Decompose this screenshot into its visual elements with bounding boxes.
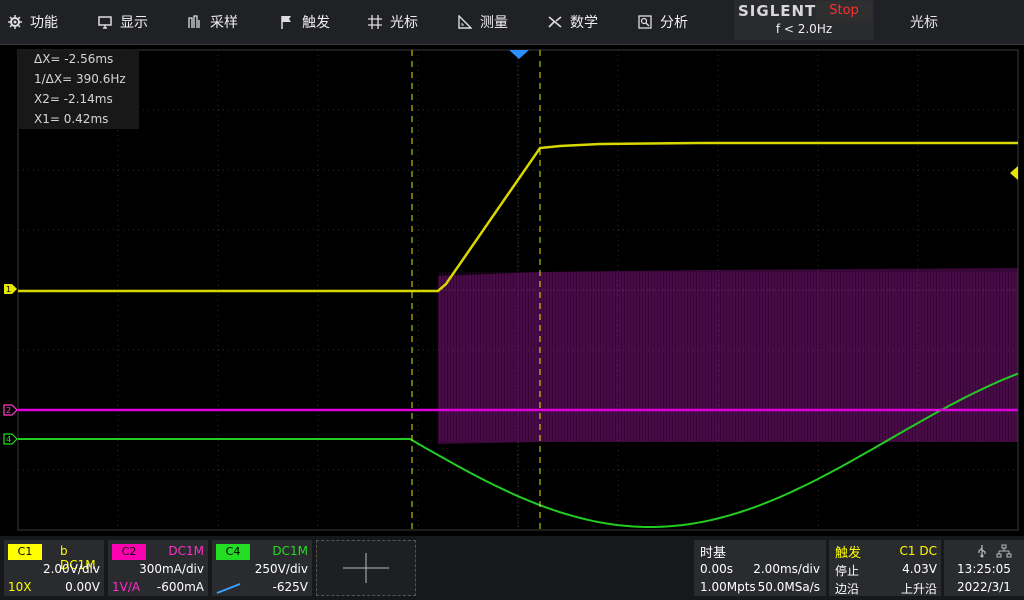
svg-text:1: 1 bbox=[6, 285, 11, 294]
timebase-sample-rate: 50.0MSa/s bbox=[757, 580, 820, 594]
ch4-vdiv: 250V/div bbox=[254, 562, 308, 576]
flag-icon bbox=[280, 15, 294, 29]
ch1-tag: C1 bbox=[8, 544, 42, 560]
siglent-logo: SIGLENT bbox=[738, 2, 817, 20]
trigger-source: C1 DC bbox=[899, 544, 937, 558]
ch4-offset-marker[interactable]: 4 bbox=[3, 433, 18, 445]
run-stop-status[interactable]: Stop bbox=[816, 1, 872, 21]
timebase-tdiv: 2.00ms/div bbox=[753, 562, 820, 576]
ch1-offset: 0.00V bbox=[65, 580, 100, 594]
readout-delta-x: ΔX= -2.56ms bbox=[34, 52, 114, 66]
trigger-position-marker[interactable] bbox=[509, 50, 529, 59]
brand-status-panel[interactable]: SIGLENT Stop f < 2.0Hz bbox=[734, 0, 874, 40]
ch4-bandwidth-icon bbox=[216, 583, 241, 594]
cursor-soft-menu-label: 光标 bbox=[910, 15, 938, 31]
monitor-icon bbox=[98, 15, 112, 29]
menu-math[interactable]: 数学 bbox=[548, 0, 628, 44]
timebase-info-box[interactable]: 时基 0.00s 2.00ms/div 1.00Mpts 50.0MSa/s bbox=[694, 540, 826, 596]
svg-text:4: 4 bbox=[6, 435, 11, 444]
ch2-offset: -600mA bbox=[156, 580, 204, 594]
sampling-icon bbox=[188, 15, 202, 29]
timebase-memory: 1.00Mpts bbox=[700, 580, 756, 594]
menu-acquire-label: 采样 bbox=[210, 15, 238, 31]
ch4-info-box[interactable]: C4 DC1M 250V/div -625V bbox=[212, 540, 312, 596]
ch1-probe: 10X bbox=[8, 580, 32, 594]
timebase-delay: 0.00s bbox=[700, 562, 733, 576]
trigger-title: 触发 bbox=[835, 546, 862, 561]
add-channel-crosshair-icon bbox=[343, 553, 389, 583]
ch2-offset-marker[interactable]: 2 bbox=[3, 404, 18, 416]
network-icon bbox=[996, 544, 1012, 558]
ch1-info-box[interactable]: C1 b DC1M 2.00V/div 10X 0.00V bbox=[4, 540, 104, 596]
trigger-type: 边沿 bbox=[835, 582, 860, 596]
trigger-level: 4.03V bbox=[902, 562, 937, 576]
menu-trigger[interactable]: 触发 bbox=[280, 0, 360, 44]
readout-x2: X2= -2.14ms bbox=[34, 92, 113, 106]
menu-measure[interactable]: 测量 bbox=[458, 0, 538, 44]
ch2-info-box[interactable]: C2 DC1M 300mA/div 1V/A -600mA bbox=[108, 540, 208, 596]
menu-analysis[interactable]: 分析 bbox=[638, 0, 718, 44]
menu-cursors[interactable]: 光标 bbox=[368, 0, 448, 44]
menu-measure-label: 测量 bbox=[480, 15, 508, 31]
ch2-tag: C2 bbox=[112, 544, 146, 560]
ch2-waveform-envelope bbox=[438, 268, 1018, 444]
menu-display-label: 显示 bbox=[120, 15, 148, 31]
trigger-slope: 上升沿 bbox=[900, 582, 937, 596]
analysis-icon bbox=[638, 15, 652, 29]
cursor-readout-panel: ΔX= -2.56ms 1/ΔX= 390.6Hz X2= -2.14ms X1… bbox=[18, 49, 139, 129]
ruler-triangle-icon bbox=[458, 15, 472, 29]
ch1-offset-marker[interactable]: 1 bbox=[4, 284, 17, 294]
trigger-level-marker[interactable] bbox=[1010, 166, 1018, 180]
trigger-info-box[interactable]: 触发 C1 DC 停止 4.03V 边沿 上升沿 bbox=[829, 540, 941, 596]
ch2-coupling: DC1M bbox=[168, 544, 204, 558]
clock-time: 13:25:05 bbox=[957, 562, 1011, 576]
ch4-coupling: DC1M bbox=[272, 544, 308, 558]
menu-cursors-label: 光标 bbox=[390, 15, 418, 31]
top-menu-bar: 功能 显示 采样 触发 光标 测量 数学 分析 SIGLENT Stop f <… bbox=[0, 0, 1024, 45]
svg-text:2: 2 bbox=[6, 406, 11, 415]
ch4-tag: C4 bbox=[216, 544, 250, 560]
waveform-svg: 1 2 4 bbox=[3, 49, 1019, 531]
gear-icon bbox=[8, 15, 22, 29]
clock-date: 2022/3/1 bbox=[957, 580, 1011, 594]
menu-trigger-label: 触发 bbox=[302, 15, 330, 31]
math-x-icon bbox=[548, 15, 562, 29]
ch1-vdiv: 2.00V/div bbox=[42, 562, 100, 576]
menu-display[interactable]: 显示 bbox=[98, 0, 178, 44]
add-channel-box[interactable] bbox=[316, 540, 416, 596]
cursor-soft-menu[interactable]: 光标 bbox=[886, 0, 1024, 44]
waveform-display[interactable]: 1 2 4 bbox=[0, 44, 1024, 534]
trigger-mode: 停止 bbox=[835, 564, 860, 578]
crosshair-icon bbox=[368, 15, 382, 29]
ch2-probe: 1V/A bbox=[112, 580, 141, 594]
menu-math-label: 数学 bbox=[570, 15, 598, 31]
readout-x1: X1= 0.42ms bbox=[34, 112, 109, 126]
menu-function[interactable]: 功能 bbox=[8, 0, 88, 44]
menu-function-label: 功能 bbox=[30, 15, 58, 31]
clock-box: 13:25:05 2022/3/1 bbox=[944, 540, 1024, 596]
menu-acquire[interactable]: 采样 bbox=[188, 0, 268, 44]
usb-icon bbox=[978, 545, 986, 558]
ch4-offset: -625V bbox=[272, 580, 308, 594]
menu-analysis-label: 分析 bbox=[660, 15, 688, 31]
timebase-title: 时基 bbox=[700, 546, 727, 561]
readout-inverse-delta-x: 1/ΔX= 390.6Hz bbox=[34, 72, 126, 86]
ch2-vdiv: 300mA/div bbox=[139, 562, 204, 576]
trigger-frequency: f < 2.0Hz bbox=[775, 22, 833, 36]
